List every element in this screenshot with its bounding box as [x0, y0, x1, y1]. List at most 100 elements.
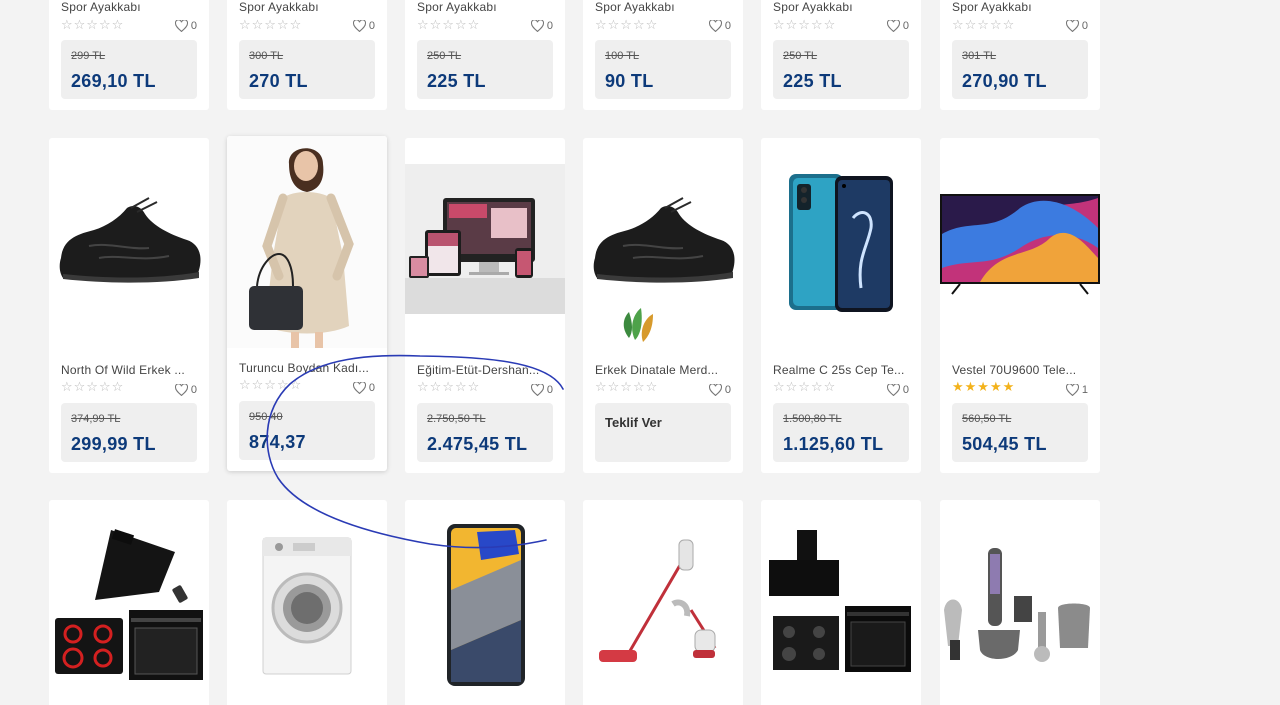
price-box: 1.500,80 TL 1.125,60 TL [773, 403, 909, 462]
product-name[interactable]: Erkek Dinatale Merd... [595, 363, 731, 377]
rating-stars: ☆☆☆☆☆ [239, 377, 303, 392]
product-card[interactable]: Erkek Dinatale Merd... ☆☆☆☆☆ 0 Teklif Ve… [583, 138, 743, 473]
favorite-count: 0 [1081, 20, 1088, 32]
make-offer-button[interactable]: Teklif Ver [595, 403, 731, 462]
product-card[interactable]: Vestel 70U9600 Tele... ★★★★★ 1 560,50 TL… [940, 138, 1100, 473]
make-offer-label: Teklif Ver [605, 415, 662, 430]
leaf-logo-icon [623, 308, 653, 342]
product-card[interactable]: Spor Ayakkabı ☆☆☆☆☆ 0 250 TL 225 TL [405, 0, 565, 110]
favorite-button[interactable]: 0 [530, 384, 553, 396]
product-card[interactable]: Spor Ayakkabı ☆☆☆☆☆ 0 100 TL 90 TL [583, 0, 743, 110]
rating-stars: ☆☆☆☆☆ [773, 17, 837, 32]
price-box: 250 TL 225 TL [773, 40, 909, 99]
favorite-button[interactable]: 0 [886, 20, 909, 32]
heart-icon [174, 20, 188, 32]
product-card[interactable]: Turuncu Boydan Kadı... ☆☆☆☆☆ 0 950,40 874… [227, 136, 387, 471]
old-price: 1.500,80 TL [783, 413, 842, 425]
favorite-button[interactable]: 0 [352, 382, 375, 394]
product-name[interactable]: Turuncu Boydan Kadı... [239, 361, 375, 375]
product-card[interactable] [227, 500, 387, 705]
product-image-hood-hob-oven[interactable] [761, 500, 921, 705]
rating-stars: ☆☆☆☆☆ [595, 17, 659, 32]
old-price: 950,40 [249, 411, 283, 423]
price-box: 2.750,50 TL 2.475,45 TL [417, 403, 553, 462]
old-price: 2.750,50 TL [427, 413, 486, 425]
favorite-button[interactable]: 0 [886, 384, 909, 396]
product-card[interactable] [49, 500, 209, 705]
price-box: 301 TL 270,90 TL [952, 40, 1088, 99]
product-card[interactable]: Spor Ayakkabı ☆☆☆☆☆ 0 299 TL 269,10 TL [49, 0, 209, 110]
old-price: 374,99 TL [71, 413, 121, 425]
favorite-button[interactable]: 1 [1065, 384, 1088, 396]
product-image-washing-machine[interactable] [227, 500, 387, 705]
rating-stars: ☆☆☆☆☆ [417, 379, 481, 394]
heart-icon [530, 20, 544, 32]
product-card[interactable] [940, 500, 1100, 705]
product-card[interactable] [761, 500, 921, 705]
current-price: 299,99 TL [71, 434, 156, 454]
favorite-button[interactable]: 0 [352, 20, 375, 32]
heart-icon [1065, 20, 1079, 32]
old-price: 100 TL [605, 50, 640, 62]
product-image-hand-blender-set[interactable] [940, 500, 1100, 705]
favorite-count: 1 [1081, 384, 1088, 396]
heart-icon [352, 382, 366, 394]
product-image-smartphone[interactable] [405, 500, 565, 705]
product-name[interactable]: Spor Ayakkabı [595, 0, 731, 14]
favorite-count: 0 [546, 20, 553, 32]
heart-icon [1065, 384, 1079, 396]
heart-icon [352, 20, 366, 32]
product-image-smartphone[interactable] [761, 138, 921, 358]
product-image-television[interactable] [940, 138, 1100, 358]
favorite-button[interactable]: 0 [174, 384, 197, 396]
product-card[interactable]: Spor Ayakkabı ☆☆☆☆☆ 0 300 TL 270 TL [227, 0, 387, 110]
product-name[interactable]: Spor Ayakkabı [61, 0, 197, 14]
product-name[interactable]: Vestel 70U9600 Tele... [952, 363, 1088, 377]
product-card[interactable] [583, 500, 743, 705]
favorite-count: 0 [902, 20, 909, 32]
product-card[interactable]: North Of Wild Erkek ... ☆☆☆☆☆ 0 374,99 T… [49, 138, 209, 473]
old-price: 301 TL [962, 50, 997, 62]
product-card[interactable]: Spor Ayakkabı ☆☆☆☆☆ 0 250 TL 225 TL [761, 0, 921, 110]
favorite-count: 0 [546, 384, 553, 396]
heart-icon [708, 384, 722, 396]
product-card[interactable]: Realme C 25s Cep Te... ☆☆☆☆☆ 0 1.500,80 … [761, 138, 921, 473]
rating-stars: ☆☆☆☆☆ [595, 379, 659, 394]
heart-icon [174, 384, 188, 396]
product-card[interactable]: Spor Ayakkabı ☆☆☆☆☆ 0 301 TL 270,90 TL [940, 0, 1100, 110]
product-name[interactable]: North Of Wild Erkek ... [61, 363, 197, 377]
product-image-vacuum[interactable] [583, 500, 743, 705]
heart-icon [530, 384, 544, 396]
product-image-sneaker[interactable] [583, 138, 743, 358]
favorite-button[interactable]: 0 [174, 20, 197, 32]
favorite-button[interactable]: 0 [530, 20, 553, 32]
rating-stars: ☆☆☆☆☆ [417, 17, 481, 32]
current-price: 90 TL [605, 71, 654, 91]
current-price: 270,90 TL [962, 71, 1047, 91]
product-card[interactable] [405, 500, 565, 705]
favorite-button[interactable]: 0 [708, 384, 731, 396]
old-price: 250 TL [427, 50, 462, 62]
rating-stars: ☆☆☆☆☆ [239, 17, 303, 32]
product-name[interactable]: Spor Ayakkabı [239, 0, 375, 14]
product-card[interactable]: Eğitim-Etüt-Dershan... ☆☆☆☆☆ 0 2.750,50 … [405, 138, 565, 473]
favorite-button[interactable]: 0 [1065, 20, 1088, 32]
product-name[interactable]: Spor Ayakkabı [773, 0, 909, 14]
favorite-count: 0 [902, 384, 909, 396]
product-image-dress[interactable] [227, 136, 387, 348]
favorite-button[interactable]: 0 [708, 20, 731, 32]
product-name[interactable]: Realme C 25s Cep Te... [773, 363, 909, 377]
product-name[interactable]: Spor Ayakkabı [952, 0, 1088, 14]
product-image-hood-hob-oven[interactable] [49, 500, 209, 705]
old-price: 300 TL [249, 50, 284, 62]
favorite-count: 0 [724, 20, 731, 32]
price-box: 300 TL 270 TL [239, 40, 375, 99]
current-price: 2.475,45 TL [427, 434, 528, 454]
product-image-sneaker[interactable] [49, 138, 209, 358]
current-price: 504,45 TL [962, 434, 1047, 454]
product-name[interactable]: Eğitim-Etüt-Dershan... [417, 363, 553, 377]
product-image-website-devices[interactable] [405, 138, 565, 358]
current-price: 874,37 [249, 432, 306, 452]
product-name[interactable]: Spor Ayakkabı [417, 0, 553, 14]
current-price: 225 TL [427, 71, 486, 91]
